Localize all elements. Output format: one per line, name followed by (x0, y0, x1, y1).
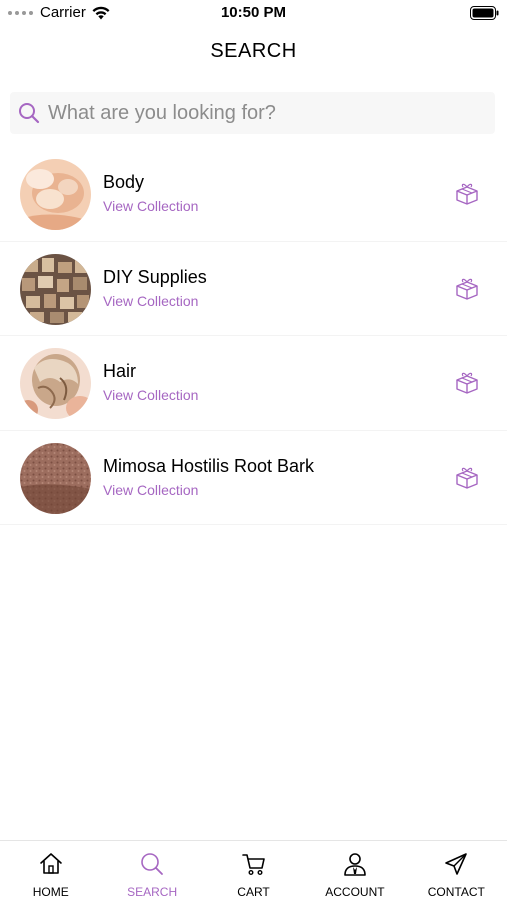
home-icon (39, 853, 62, 874)
collection-item-diy-supplies[interactable]: DIY Supplies View Collection (0, 242, 507, 336)
tab-search[interactable]: SEARCH (101, 841, 202, 900)
view-collection-link[interactable]: View Collection (103, 387, 198, 403)
tab-label: CONTACT (427, 885, 485, 899)
tab-label: CART (237, 885, 270, 899)
search-input[interactable] (48, 101, 468, 125)
tab-account[interactable]: ACCOUNT (304, 841, 405, 900)
gift-box-icon[interactable] (454, 465, 480, 491)
cart-icon (241, 854, 265, 876)
collection-title: DIY Supplies (103, 266, 207, 287)
collection-list: Body View Collection DIY Supplies View C… (0, 147, 507, 525)
view-collection-link[interactable]: View Collection (103, 482, 198, 498)
tab-home[interactable]: HOME (0, 841, 101, 900)
gift-box-icon[interactable] (454, 181, 480, 207)
search-bar[interactable] (10, 92, 495, 134)
view-collection-link[interactable]: View Collection (103, 293, 198, 309)
page-title: SEARCH (210, 40, 297, 62)
send-icon (445, 853, 468, 875)
tab-label: SEARCH (127, 885, 178, 899)
view-collection-link[interactable]: View Collection (103, 198, 198, 214)
status-bar: Carrier 10:50 PM (0, 0, 507, 26)
tab-contact[interactable]: CONTACT (406, 841, 507, 900)
collection-title: Hair (103, 361, 137, 381)
collection-thumbnail (20, 348, 91, 419)
battery-icon (470, 6, 499, 20)
tab-label: ACCOUNT (325, 885, 385, 899)
collection-title: Body (103, 172, 145, 192)
bottom-tab-bar: HOME SEARCH CART ACCOUNT CONTACT (0, 840, 507, 900)
gift-box-icon[interactable] (454, 370, 480, 396)
account-icon (344, 853, 366, 876)
collection-item-body[interactable]: Body View Collection (0, 147, 507, 242)
collection-thumbnail (20, 159, 91, 230)
collection-thumbnail (20, 442, 91, 514)
collection-thumbnail (20, 253, 91, 325)
collection-item-mimosa-hostilis-root-bark[interactable]: Mimosa Hostilis Root Bark View Collectio… (0, 431, 507, 525)
collection-title: Mimosa Hostilis Root Bark (103, 455, 315, 476)
tab-cart[interactable]: CART (203, 841, 304, 900)
collection-item-hair[interactable]: Hair View Collection (0, 336, 507, 431)
status-time: 10:50 PM (220, 4, 287, 21)
search-icon (19, 103, 40, 124)
gift-box-icon[interactable] (454, 276, 480, 302)
tab-label: HOME (32, 885, 69, 899)
search-icon (141, 853, 164, 875)
